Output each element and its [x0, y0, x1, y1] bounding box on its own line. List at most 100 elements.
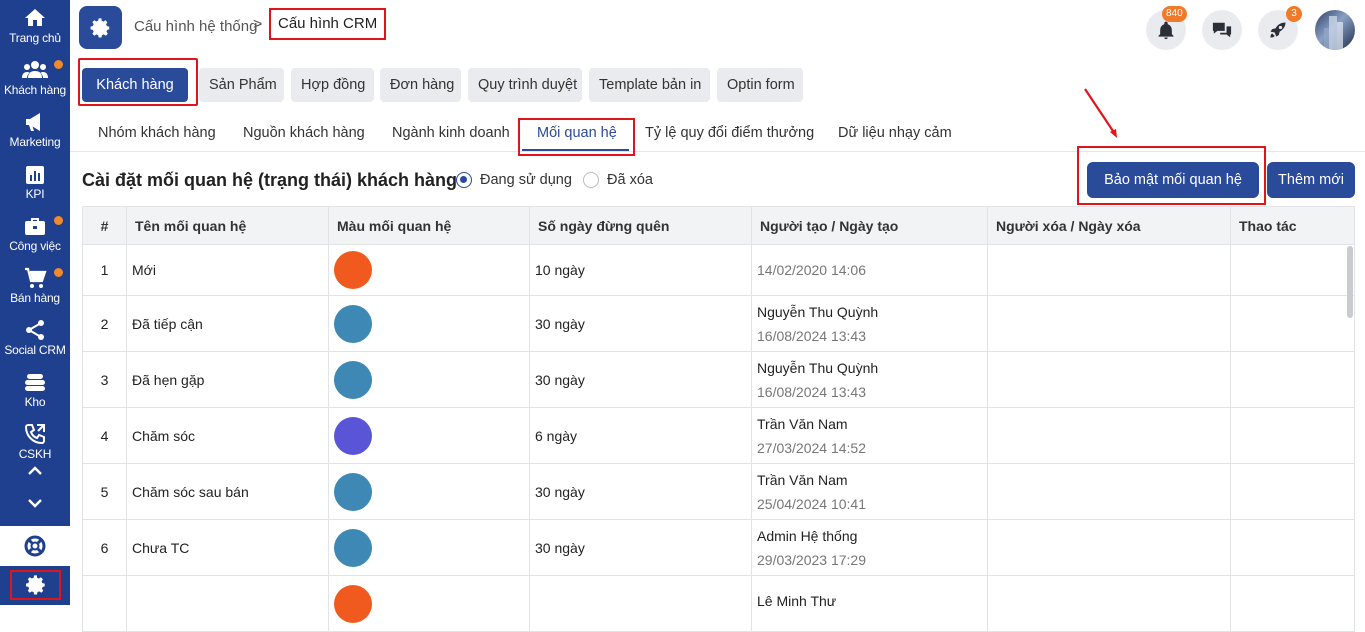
actions-cell: [1230, 575, 1355, 632]
actions-cell: [1230, 407, 1355, 464]
color-swatch: [334, 472, 372, 511]
chevron-down-icon: [28, 499, 42, 508]
section-button-customers[interactable]: Khách hàng: [82, 68, 188, 102]
tab-sensitive-data[interactable]: Dữ liệu nhạy cảm: [838, 125, 952, 141]
table-row[interactable]: Lê Minh Thư: [82, 575, 1355, 632]
chat-icon: [1212, 22, 1232, 38]
sidebar-item-customers[interactable]: Khách hàng: [0, 54, 70, 106]
creator-cell: Lê Minh Thư: [751, 575, 988, 632]
column-header-color[interactable]: Màu mối quan hệ: [328, 206, 530, 245]
table-row[interactable]: 5 Chăm sóc sau bán 30 ngày Trần Văn Nam 25/0…: [82, 463, 1355, 520]
radio-indicator: [583, 172, 599, 188]
creator-cell: Trần Văn Nam 27/03/2024 14:52: [751, 407, 988, 464]
gear-icon: [90, 17, 109, 38]
sidebar-item-label: Kho: [24, 395, 46, 409]
sidebar-item-warehouse[interactable]: Kho: [0, 366, 70, 418]
column-header-created[interactable]: Người tạo / Ngày tạo: [751, 206, 988, 245]
creator-cell: 14/02/2020 14:06: [751, 244, 988, 296]
home-icon: [25, 9, 45, 26]
column-header-days[interactable]: Số ngày đừng quên: [529, 206, 752, 245]
support-button[interactable]: [0, 526, 70, 566]
scroll-down-button[interactable]: [0, 488, 70, 518]
section-button-orders[interactable]: Đơn hàng: [380, 68, 461, 102]
section-button-approval-process[interactable]: Quy trình duyệt: [468, 68, 582, 102]
rocket-count-badge: 3: [1286, 6, 1302, 22]
creator-name: Trần Văn Nam: [757, 415, 848, 432]
filter-deleted-radio[interactable]: Đã xóa: [583, 172, 653, 188]
tab-industries[interactable]: Ngành kinh doanh: [392, 125, 510, 141]
deleter-cell: [987, 351, 1231, 408]
radio-label: Đang sử dụng: [480, 172, 572, 188]
chat-button[interactable]: [1202, 10, 1242, 50]
add-new-button[interactable]: Thêm mới: [1267, 162, 1355, 198]
table-header-row: # Tên mối quan hệ Màu mối quan hệ Số ngà…: [82, 206, 1355, 245]
column-header-name[interactable]: Tên mối quan hệ: [126, 206, 329, 245]
section-button-products[interactable]: Sản Phẩm: [199, 68, 284, 102]
section-button-print-template[interactable]: Template bản in: [589, 68, 710, 102]
table-row[interactable]: 1 Mới 10 ngày 14/02/2020 14:06: [82, 244, 1355, 296]
chart-icon: [26, 166, 44, 184]
table-row[interactable]: 3 Đã hẹn gặp 30 ngày Nguyễn Thu Quỳnh 16/08/…: [82, 351, 1355, 408]
color-swatch: [334, 416, 372, 455]
column-header-actions: Thao tác: [1230, 206, 1355, 245]
sidebar-item-tasks[interactable]: Công việc: [0, 210, 70, 262]
sidebar-item-label: Social CRM: [4, 343, 66, 357]
table-row[interactable]: 4 Chăm sóc 6 ngày Trần Văn Nam 27/03/2024 14…: [82, 407, 1355, 464]
sidebar-item-sales[interactable]: Bán hàng: [0, 262, 70, 314]
color-swatch: [334, 528, 372, 567]
secure-relationship-button[interactable]: Bảo mật mối quan hệ: [1087, 162, 1259, 198]
scroll-up-button[interactable]: [0, 456, 70, 486]
section-button-contracts[interactable]: Hợp đồng: [291, 68, 374, 102]
breadcrumb-separator: >: [253, 16, 263, 33]
reminder-days: [529, 575, 752, 632]
tab-customer-sources[interactable]: Nguồn khách hàng: [243, 125, 365, 141]
relationship-color-cell: [328, 463, 530, 520]
creator-cell: Nguyễn Thu Quỳnh 16/08/2024 13:43: [751, 295, 988, 352]
actions-cell: [1230, 295, 1355, 352]
creator-cell: Trần Văn Nam 25/04/2024 10:41: [751, 463, 988, 520]
reminder-days: 30 ngày: [529, 519, 752, 576]
relationship-name: Mới: [126, 244, 329, 296]
relationship-color-cell: [328, 519, 530, 576]
sidebar: Trang chủ Khách hàng Marketing KPI Công …: [0, 0, 70, 605]
column-header-deleted[interactable]: Người xóa / Ngày xóa: [987, 206, 1231, 245]
actions-cell: [1230, 244, 1355, 296]
row-index: 3: [82, 351, 127, 408]
table-row[interactable]: 2 Đã tiếp cận 30 ngày Nguyễn Thu Quỳnh 16/08…: [82, 295, 1355, 352]
share-icon: [26, 320, 44, 340]
notifications-button[interactable]: 840: [1146, 6, 1187, 50]
actions-cell: [1230, 463, 1355, 520]
relationship-name: Đã tiếp cận: [126, 295, 329, 352]
column-header-index: #: [82, 206, 127, 245]
reminder-days: 30 ngày: [529, 351, 752, 408]
color-swatch: [334, 584, 372, 623]
notification-count-badge: 840: [1162, 6, 1187, 22]
creator-name: Admin Hệ thống: [757, 527, 858, 544]
sidebar-item-marketing[interactable]: Marketing: [0, 106, 70, 158]
sidebar-item-social-crm[interactable]: Social CRM: [0, 314, 70, 366]
creator-name: Nguyễn Thu Quỳnh: [757, 303, 879, 320]
sidebar-settings-button[interactable]: [10, 570, 61, 600]
lifebuoy-icon: [24, 535, 46, 557]
tab-customer-groups[interactable]: Nhóm khách hàng: [98, 125, 216, 141]
section-button-optin-form[interactable]: Optin form: [717, 68, 803, 102]
avatar[interactable]: [1315, 10, 1355, 50]
filter-active-radio[interactable]: Đang sử dụng: [456, 172, 572, 188]
created-date: 27/03/2024 14:52: [757, 439, 866, 456]
sidebar-item-kpi[interactable]: KPI: [0, 158, 70, 210]
tab-relationships[interactable]: Mối quan hệ: [537, 125, 617, 141]
notification-dot: [54, 268, 63, 277]
tab-reward-points-ratio[interactable]: Tỷ lệ quy đổi điểm thưởng: [645, 125, 814, 141]
gear-icon: [25, 575, 45, 595]
sidebar-item-label: KPI: [25, 187, 45, 201]
relationship-name: Chăm sóc: [126, 407, 329, 464]
rocket-button[interactable]: 3: [1258, 6, 1302, 50]
sidebar-item-home[interactable]: Trang chủ: [0, 2, 70, 54]
breadcrumb-parent[interactable]: Cấu hình hệ thống: [134, 18, 257, 35]
deleter-cell: [987, 463, 1231, 520]
megaphone-icon: [26, 113, 40, 131]
settings-app-icon[interactable]: [79, 6, 122, 49]
table-row[interactable]: 6 Chưa TC 30 ngày Admin Hệ thống 29/03/2023 …: [82, 519, 1355, 576]
creator-name: Nguyễn Thu Quỳnh: [757, 359, 879, 376]
table-scrollbar[interactable]: [1347, 246, 1353, 318]
